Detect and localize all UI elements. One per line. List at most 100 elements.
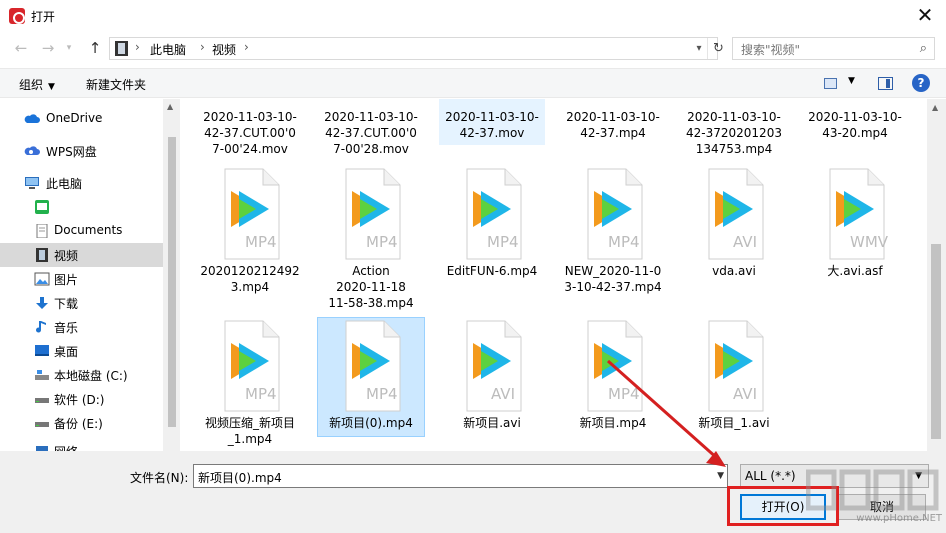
file-name: 2020-11-03-10- 43-20.mp4 bbox=[808, 110, 902, 140]
annotation-arrow-icon bbox=[607, 359, 726, 467]
wechat-files-icon bbox=[35, 200, 49, 214]
file-name: Action 2020-11-18 11-58-38.mp4 bbox=[328, 264, 414, 310]
navigation-pane: OneDrive WPS网盘 此电脑 Documents 视频 图片 下载 音乐… bbox=[0, 99, 180, 451]
file-item[interactable]: WMV 大.avi.asf bbox=[802, 167, 908, 313]
chevron-down-icon: ▾ bbox=[696, 43, 702, 54]
file-item[interactable]: 2020-11-03-10- 42-37.CUT.00'0 7-00'24.mov bbox=[197, 99, 303, 161]
breadcrumb-separator-icon: › bbox=[135, 40, 140, 54]
file-extension-label: MP4 bbox=[366, 233, 398, 251]
navigation-bar: ← → ▾ ↑ › 此电脑 › 视频 › ▾ ↻ 搜索"视频" ⌕ bbox=[0, 34, 946, 62]
chevron-down-icon: ▾ bbox=[66, 43, 72, 53]
title-bar: 打开 ✕ bbox=[0, 0, 946, 32]
sidebar-item-drive-e[interactable]: 备份 (E:) bbox=[0, 411, 163, 435]
sidebar-item-desktop[interactable]: 桌面 bbox=[0, 339, 163, 363]
file-item[interactable]: AVI 新项目.avi bbox=[439, 319, 545, 451]
file-item[interactable]: 2020-11-03-10- 42-37.CUT.00'0 7-00'28.mov bbox=[318, 99, 424, 161]
toolbar: 组织 ▼ 新建文件夹 ▼ ? bbox=[0, 68, 946, 98]
file-list: 2020-11-03-10- 42-37.CUT.00'0 7-00'24.mov … bbox=[181, 99, 926, 451]
forward-button[interactable]: → bbox=[37, 36, 59, 60]
sidebar-item-music[interactable]: 音乐 bbox=[0, 315, 163, 339]
file-type-value: ALL (*.*) bbox=[745, 469, 796, 483]
file-name: 2020-11-03-10- 42-37.mp4 bbox=[566, 110, 660, 140]
back-arrow-icon: ← bbox=[14, 39, 28, 57]
sidebar-item-drive-d[interactable]: 软件 (D:) bbox=[0, 387, 163, 411]
search-input[interactable]: 搜索"视频" bbox=[741, 41, 800, 58]
file-item[interactable]: MP4 视频压缩_新项目 _1.mp4 bbox=[197, 319, 303, 451]
file-item[interactable]: MP4 EditFUN-6.mp4 bbox=[439, 167, 545, 313]
sidebar-item-this-pc[interactable]: 此电脑 bbox=[0, 171, 163, 195]
refresh-button[interactable]: ↻ bbox=[707, 38, 729, 59]
help-icon[interactable]: ? bbox=[912, 74, 930, 92]
sidebar-item-label: 图片 bbox=[54, 273, 79, 287]
file-item[interactable]: AVI vda.avi bbox=[681, 167, 787, 313]
file-extension-label: MP4 bbox=[487, 233, 519, 251]
drive-c-icon bbox=[35, 370, 49, 380]
file-name: 新项目.avi bbox=[463, 416, 521, 430]
sidebar-item-onedrive[interactable]: OneDrive bbox=[0, 107, 163, 131]
change-view-icon[interactable] bbox=[824, 78, 837, 89]
sidebar-scrollbar[interactable]: ▲ bbox=[163, 99, 180, 451]
breadcrumb-videos[interactable]: 视频 bbox=[212, 41, 236, 58]
file-list-scrollbar[interactable]: ▲ bbox=[927, 99, 946, 451]
computer-icon bbox=[25, 177, 39, 189]
sidebar-item-label: 桌面 bbox=[54, 345, 79, 359]
view-options-dropdown[interactable]: ▼ bbox=[848, 76, 855, 86]
scroll-up-icon[interactable]: ▲ bbox=[932, 103, 938, 112]
sidebar-item-videos[interactable]: 视频 bbox=[0, 243, 163, 267]
file-item[interactable]: 2020-11-03-10- 42-37.mp4 bbox=[560, 99, 666, 145]
sidebar-item-label: 备份 (E:) bbox=[54, 417, 103, 431]
cancel-button[interactable]: 取消 bbox=[838, 494, 926, 520]
close-button[interactable]: ✕ bbox=[904, 0, 946, 32]
file-item-selected[interactable]: MP4 新项目(0).mp4 bbox=[317, 317, 425, 437]
file-name: 视频压缩_新项目 _1.mp4 bbox=[204, 416, 295, 446]
sidebar-item-documents[interactable]: Documents bbox=[0, 219, 163, 243]
file-extension-label: AVI bbox=[733, 233, 757, 251]
organize-button[interactable]: 组织 ▼ bbox=[19, 76, 55, 93]
new-folder-button[interactable]: 新建文件夹 bbox=[86, 76, 146, 93]
sidebar-item-wps-cloud[interactable]: WPS网盘 bbox=[0, 139, 163, 163]
file-item[interactable]: MP4 NEW_2020-11-0 3-10-42-37.mp4 bbox=[560, 167, 666, 313]
file-extension-label: MP4 bbox=[245, 385, 277, 403]
file-list-scroll-thumb[interactable] bbox=[931, 244, 941, 439]
organize-label: 组织 bbox=[19, 78, 44, 92]
window-title: 打开 bbox=[31, 10, 56, 24]
file-extension-label: MP4 bbox=[245, 233, 277, 251]
address-dropdown-button[interactable]: ▾ bbox=[691, 39, 707, 59]
file-type-select[interactable]: ALL (*.*) ▼ bbox=[740, 464, 929, 488]
up-button[interactable]: ↑ bbox=[84, 36, 106, 60]
up-arrow-icon: ↑ bbox=[88, 39, 102, 57]
video-icon bbox=[36, 248, 48, 262]
sidebar-item-wechat-files[interactable] bbox=[0, 195, 163, 219]
video-folder-icon bbox=[115, 41, 128, 56]
music-icon bbox=[36, 321, 46, 333]
file-extension-label: WMV bbox=[850, 233, 889, 251]
drive-d-icon bbox=[35, 398, 49, 403]
recent-locations-button[interactable]: ▾ bbox=[62, 36, 76, 60]
sidebar-item-pictures[interactable]: 图片 bbox=[0, 267, 163, 291]
sidebar-item-network[interactable]: 网络 bbox=[0, 439, 163, 451]
file-name: vda.avi bbox=[712, 264, 756, 278]
back-button[interactable]: ← bbox=[10, 36, 32, 60]
file-item[interactable]: 2020-11-03-10- 42-37.mov bbox=[439, 99, 545, 145]
breadcrumb-this-pc[interactable]: 此电脑 bbox=[150, 41, 186, 58]
sidebar-item-label: 软件 (D:) bbox=[54, 393, 105, 407]
search-box[interactable]: 搜索"视频" ⌕ bbox=[732, 37, 935, 60]
file-name: 2020120212492 3.mp4 bbox=[200, 264, 300, 294]
sidebar-item-drive-c[interactable]: 本地磁盘 (C:) bbox=[0, 363, 163, 387]
annotation-highlight-box bbox=[727, 486, 839, 526]
refresh-icon: ↻ bbox=[713, 41, 724, 56]
chevron-down-icon: ▼ bbox=[915, 471, 922, 481]
file-item[interactable]: 2020-11-03-10- 42-3720201203 134753.mp4 bbox=[681, 99, 787, 161]
open-file-dialog: 打开 ✕ ← → ▾ ↑ › 此电脑 › 视频 › ▾ ↻ 搜索"视频" ⌕ 组… bbox=[0, 0, 946, 533]
file-item[interactable]: MP4 2020120212492 3.mp4 bbox=[197, 167, 303, 313]
file-item[interactable]: MP4 Action 2020-11-18 11-58-38.mp4 bbox=[318, 167, 424, 313]
sidebar-scroll-thumb[interactable] bbox=[168, 137, 176, 427]
download-icon bbox=[36, 297, 48, 309]
file-item[interactable]: 2020-11-03-10- 43-20.mp4 bbox=[802, 99, 908, 145]
sidebar-item-label: 网络 bbox=[54, 443, 78, 451]
preview-pane-icon[interactable] bbox=[878, 77, 893, 90]
sidebar-item-label: WPS网盘 bbox=[46, 145, 97, 159]
sidebar-item-downloads[interactable]: 下载 bbox=[0, 291, 163, 315]
scroll-up-icon[interactable]: ▲ bbox=[167, 102, 173, 111]
address-bar[interactable]: › 此电脑 › 视频 › ▾ ↻ bbox=[109, 37, 724, 60]
